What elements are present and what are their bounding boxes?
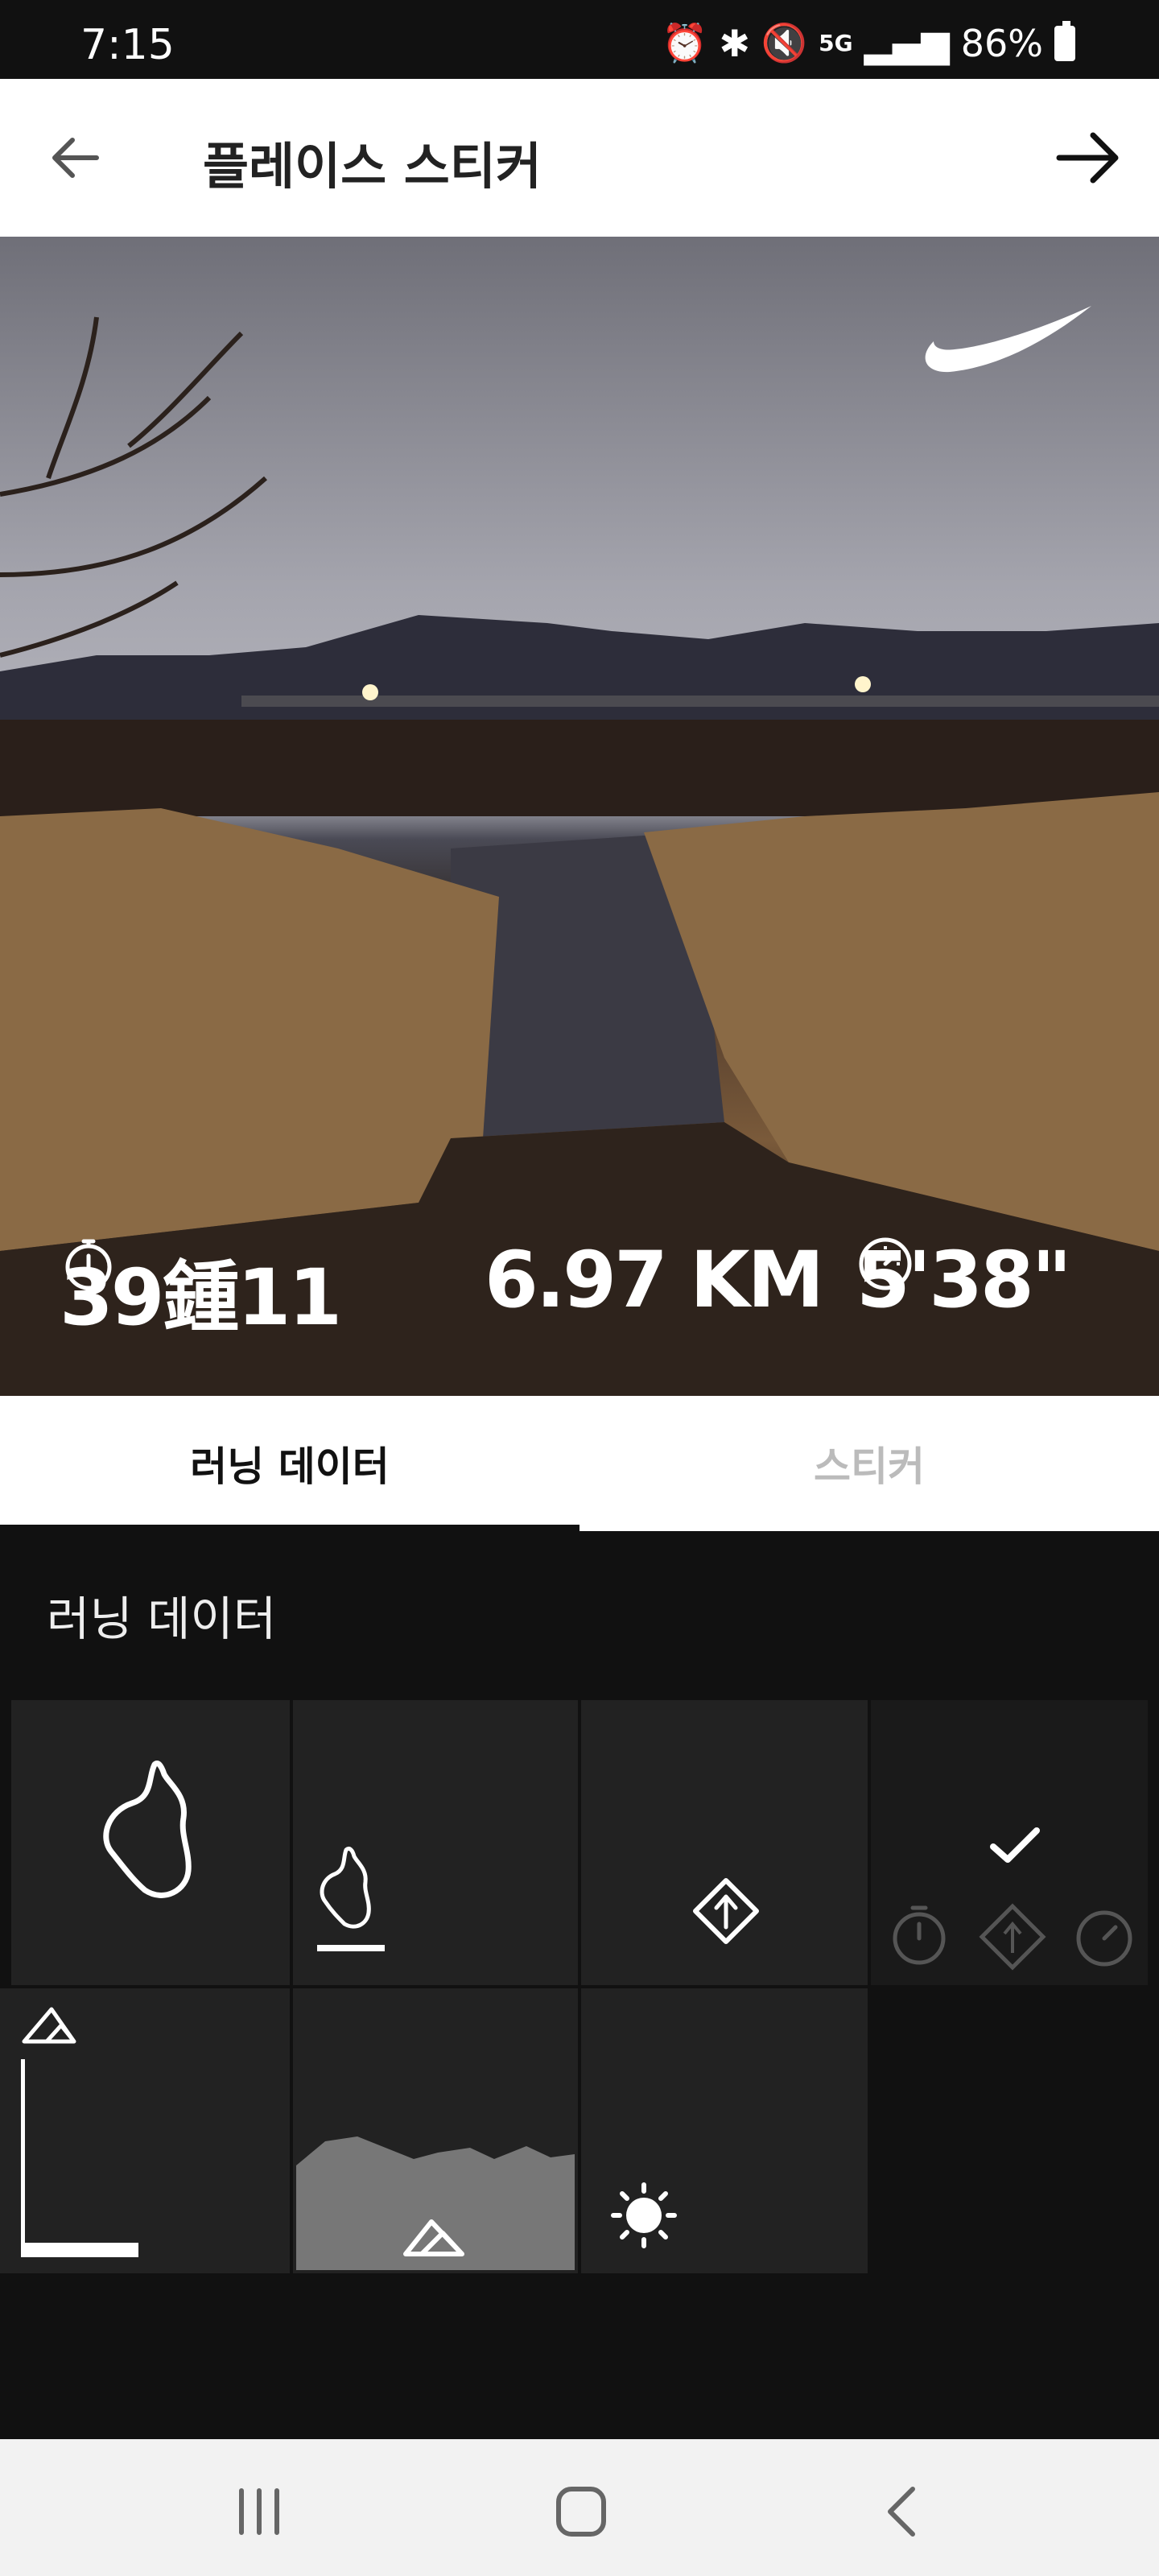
tab-sticker[interactable]: 스티커 [580,1396,1159,1531]
battery-icon [1054,20,1075,61]
mute-icon: 🔇 [761,21,808,64]
arrow-right-icon [1056,132,1119,184]
route-icon [103,1761,192,1898]
sun-icon [611,2182,677,2248]
stat-time: 39鍾11 [60,1235,342,1347]
sticker-direction-badge[interactable] [581,1700,868,1985]
stopwatch-icon [65,1239,112,1290]
sticker-elevation-bar[interactable] [0,1988,290,2273]
photo-preview: 39鍾11 6.97 KM 5'38" [0,237,1159,1396]
active-tab-indicator [0,1525,580,1531]
stat-distance: 6.97 KM [485,1235,824,1325]
direction-icon [693,1878,759,1944]
status-time: 7:15 [80,21,175,69]
sticker-elevation-profile[interactable] [293,1988,578,2273]
system-back-button[interactable] [871,2479,935,2544]
nike-logo-icon [925,306,1091,373]
recent-apps-icon [239,2488,279,2535]
battery-percent: 86% [960,21,1043,65]
sticker-route-large[interactable] [11,1700,290,1985]
running-data-section: 러닝 데이터 [0,1531,1159,2439]
system-nav-bar [0,2439,1159,2576]
section-title: 러닝 데이터 [47,1591,277,1646]
checkmark-icon [990,1827,1040,1863]
tab-running-data[interactable]: 러닝 데이터 [0,1396,580,1531]
5g-icon: 5G [819,30,853,56]
stat-distance-value: 6.97 KM [485,1235,824,1325]
run-stats-overlay: 39鍾11 6.97 KM 5'38" [0,1235,1159,1348]
home-icon [556,2487,606,2537]
arrow-left-icon [52,138,99,178]
elevation-profile-icon [296,2136,575,2270]
app-header: 플레이스 스티커 [0,79,1159,237]
back-button[interactable] [48,129,106,187]
mountain-icon [21,2007,138,2257]
next-button[interactable] [1053,124,1120,192]
chevron-left-icon [888,2487,915,2537]
speedometer-icon [859,1237,912,1290]
alarm-icon: ⏰ [662,21,708,64]
sticker-stats-row-selected[interactable] [871,1700,1148,1985]
stats-row-icon [893,1827,1132,1971]
sticker-weather[interactable] [581,1988,868,2273]
stat-pace: 5'38" [856,1235,1072,1325]
page-title: 플레이스 스티커 [203,137,542,196]
route-icon [317,1846,385,1951]
landscape-illustration [0,306,1159,1396]
tab-bar: 러닝 데이터 스티커 [0,1396,1159,1531]
signal-icon: ▂▄▆ [864,21,950,65]
bluetooth-icon: ✱ [719,21,750,65]
recent-apps-button[interactable] [227,2479,291,2544]
status-bar: 7:15 ⏰ ✱ 🔇 5G ▂▄▆ 86% [0,0,1159,79]
home-button[interactable] [549,2479,613,2544]
status-icons: ⏰ ✱ 🔇 5G ▂▄▆ 86% [662,20,1075,65]
sticker-route-small[interactable] [293,1700,578,1985]
